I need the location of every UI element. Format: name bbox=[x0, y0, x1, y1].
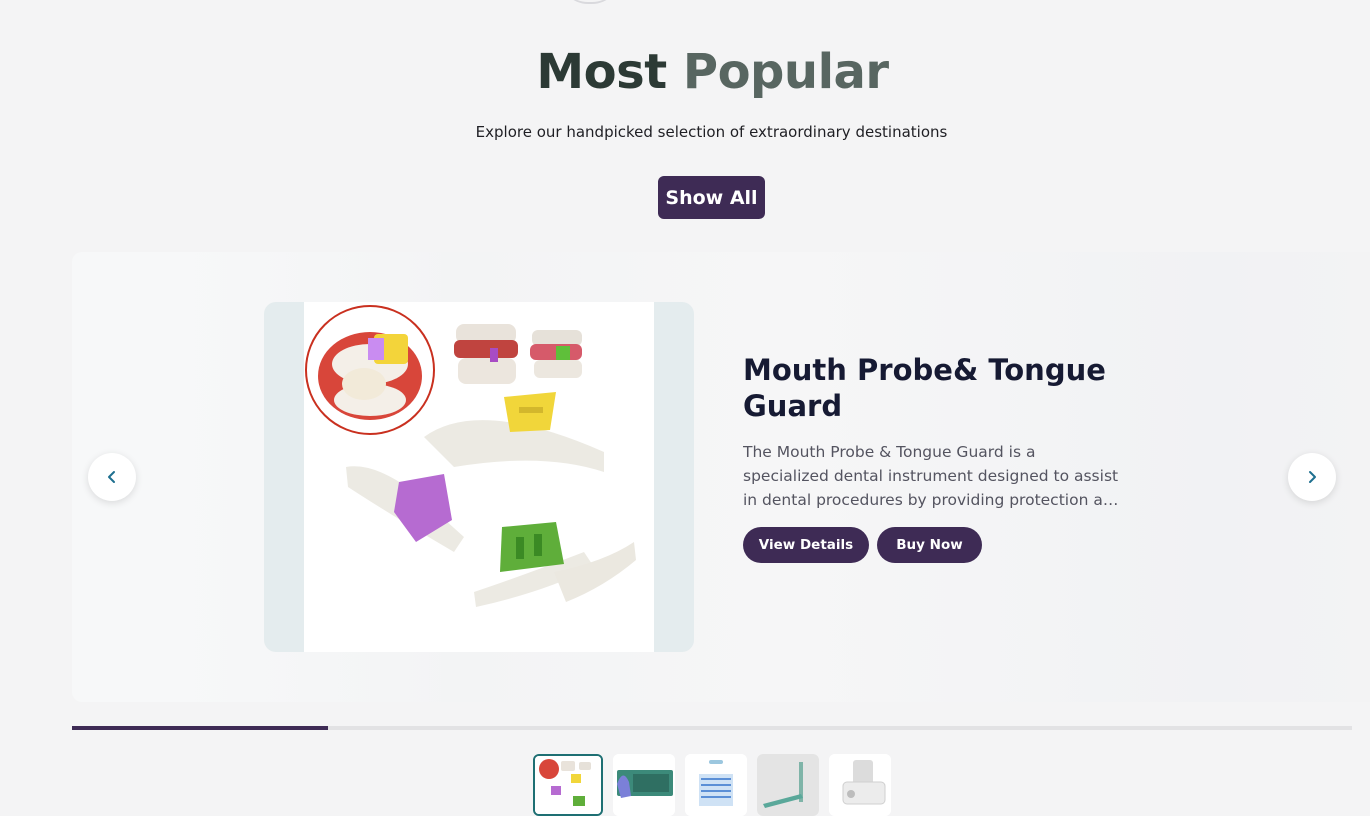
section-title-word-1: Most bbox=[536, 44, 667, 100]
chevron-left-icon bbox=[108, 471, 115, 483]
mouth-probe-illustration bbox=[305, 305, 636, 607]
gloves-box-thumbnail[interactable] bbox=[613, 754, 675, 816]
scaler-unit-thumbnail[interactable] bbox=[829, 754, 891, 816]
section-title-word-2: Popular bbox=[682, 44, 889, 100]
section-subtitle: Explore our handpicked selection of extr… bbox=[475, 123, 948, 141]
mouth-probe-thumbnail-icon bbox=[535, 756, 601, 814]
show-all-button[interactable]: Show All bbox=[658, 176, 765, 219]
carousel-next-button[interactable] bbox=[1288, 453, 1336, 501]
document-thumbnail[interactable] bbox=[685, 754, 747, 816]
document-thumbnail-icon bbox=[685, 754, 747, 816]
decorative-arc bbox=[560, 0, 620, 4]
gloves-box-thumbnail-icon bbox=[613, 754, 675, 816]
buy-now-button[interactable]: Buy Now bbox=[877, 527, 982, 563]
product-image bbox=[264, 302, 694, 652]
section-title: Most Popular bbox=[0, 44, 1370, 100]
scaler-unit-thumbnail-icon bbox=[829, 754, 891, 816]
dental-handpiece-thumbnail-icon bbox=[757, 754, 819, 816]
thumbnail-strip bbox=[533, 754, 891, 816]
product-description: The Mouth Probe & Tongue Guard is a spec… bbox=[743, 443, 1123, 509]
view-details-button[interactable]: View Details bbox=[743, 527, 869, 563]
product-image-canvas bbox=[304, 302, 654, 652]
dental-handpiece-thumbnail[interactable] bbox=[757, 754, 819, 816]
product-title: Mouth Probe& Tongue Guard bbox=[743, 353, 1106, 423]
carousel-prev-button[interactable] bbox=[88, 453, 136, 501]
carousel-progress-track bbox=[72, 726, 1352, 730]
carousel-progress-fill bbox=[72, 726, 328, 730]
mouth-probe-thumbnail[interactable] bbox=[533, 754, 603, 816]
chevron-right-icon bbox=[1309, 471, 1316, 483]
